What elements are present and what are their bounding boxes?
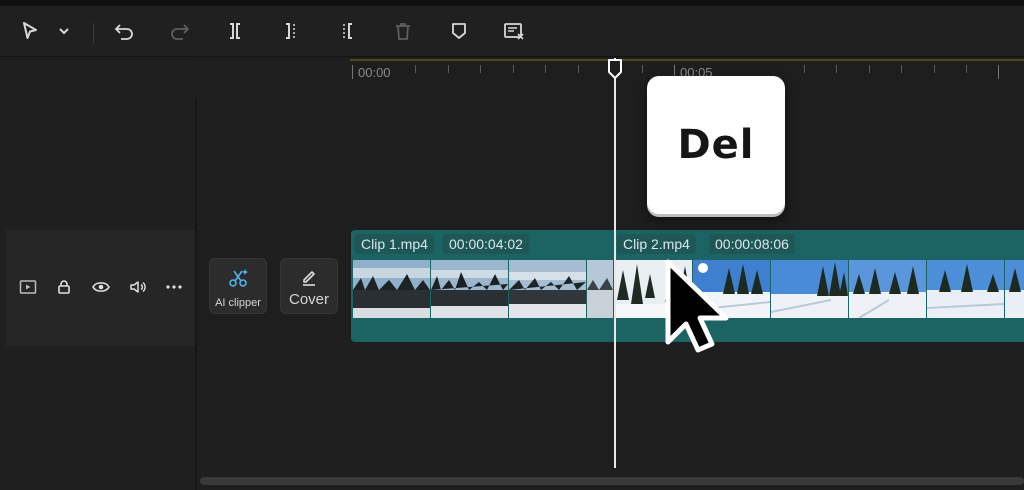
- cover-button[interactable]: Cover: [280, 258, 338, 314]
- mute-track-button[interactable]: [128, 277, 148, 297]
- auto-cut-icon: [504, 23, 524, 40]
- lock-icon: [58, 280, 70, 294]
- track-more-button[interactable]: [164, 277, 184, 297]
- audio-icon: [130, 281, 146, 293]
- playhead-line[interactable]: [614, 58, 616, 468]
- scrollbar-thumb[interactable]: [200, 477, 1024, 485]
- ruler-tick: [480, 65, 481, 73]
- ruler-tick: [448, 65, 449, 73]
- clip-2-frame: [1005, 260, 1024, 318]
- clip-2-name: Clip 2.mp4: [617, 234, 696, 254]
- clip-1-frame: [509, 260, 586, 318]
- split-right-icon: [343, 23, 352, 39]
- split-icon: [230, 23, 240, 39]
- toggle-visibility-button[interactable]: [91, 277, 111, 297]
- split-left-button[interactable]: [277, 17, 305, 45]
- timeline-horizontal-scrollbar[interactable]: [200, 477, 1024, 485]
- toolbar-separator: [93, 23, 94, 43]
- ruler-tick: [415, 65, 416, 73]
- split-left-icon: [286, 23, 295, 39]
- clip-1-frame: [587, 260, 613, 318]
- ai-clipper-button[interactable]: AI clipper: [209, 258, 267, 314]
- clip-1-name: Clip 1.mp4: [355, 234, 434, 254]
- undo-icon: [114, 24, 133, 40]
- clip-1-frame: [353, 260, 430, 318]
- clip-2-frame: [849, 260, 926, 318]
- ruler-tick: [513, 65, 514, 73]
- ruler-tick: [901, 65, 902, 73]
- undo-button[interactable]: [110, 17, 138, 45]
- ruler-tick: [352, 65, 353, 79]
- video-track-toggle[interactable]: [18, 277, 38, 297]
- delete-icon: [396, 23, 410, 40]
- select-icon: [23, 22, 37, 39]
- ruler-label-start: 00:00: [358, 65, 391, 80]
- ruler-tick: [869, 65, 870, 73]
- eye-icon: [92, 282, 110, 292]
- clip-2-duration: 00:00:08:06: [709, 234, 795, 254]
- ruler-baseline: [350, 59, 1024, 61]
- ruler-tick: [934, 65, 935, 73]
- lock-track-button[interactable]: [54, 277, 74, 297]
- more-icon: [166, 285, 182, 289]
- ruler-tick: [836, 65, 837, 73]
- redo-button[interactable]: [166, 17, 194, 45]
- split-right-button[interactable]: [333, 17, 361, 45]
- ruler-tick: [804, 65, 805, 73]
- ruler-tick: [545, 65, 546, 73]
- clip-1-duration: 00:00:04:02: [443, 234, 529, 254]
- video-track-icon: [19, 280, 37, 294]
- ruler-tick: [998, 65, 999, 79]
- ai-clipper-label: AI clipper: [215, 297, 261, 309]
- split-button[interactable]: [221, 17, 249, 45]
- panel-divider[interactable]: [195, 100, 197, 490]
- select-mode-dropdown[interactable]: [52, 17, 76, 45]
- keypress-overlay: Del: [647, 76, 785, 214]
- select-tool-button[interactable]: [16, 17, 44, 45]
- auto-cut-button[interactable]: [500, 17, 528, 45]
- delete-button[interactable]: [389, 17, 417, 45]
- cover-label: Cover: [288, 291, 329, 308]
- redo-icon: [171, 24, 190, 40]
- video-track-header: [6, 230, 195, 346]
- ruler-tick: [966, 65, 967, 73]
- mouse-cursor-icon: [665, 259, 729, 353]
- ruler-tick: [642, 65, 643, 73]
- clip-1[interactable]: [353, 260, 613, 318]
- marker-icon: [452, 23, 466, 39]
- dropdown-icon: [59, 28, 69, 35]
- timeline-toolbar: [0, 6, 1024, 57]
- ai-scissors-icon: [229, 269, 248, 287]
- clip-2-frame: [771, 260, 848, 318]
- marker-button[interactable]: [445, 17, 473, 45]
- edit-pencil-icon: [303, 271, 315, 286]
- key-label: Del: [677, 122, 755, 168]
- clip-1-frame: [431, 260, 508, 318]
- playhead-handle-icon[interactable]: [607, 58, 623, 80]
- clip-2-frame: [927, 260, 1004, 318]
- ruler-tick: [578, 65, 579, 73]
